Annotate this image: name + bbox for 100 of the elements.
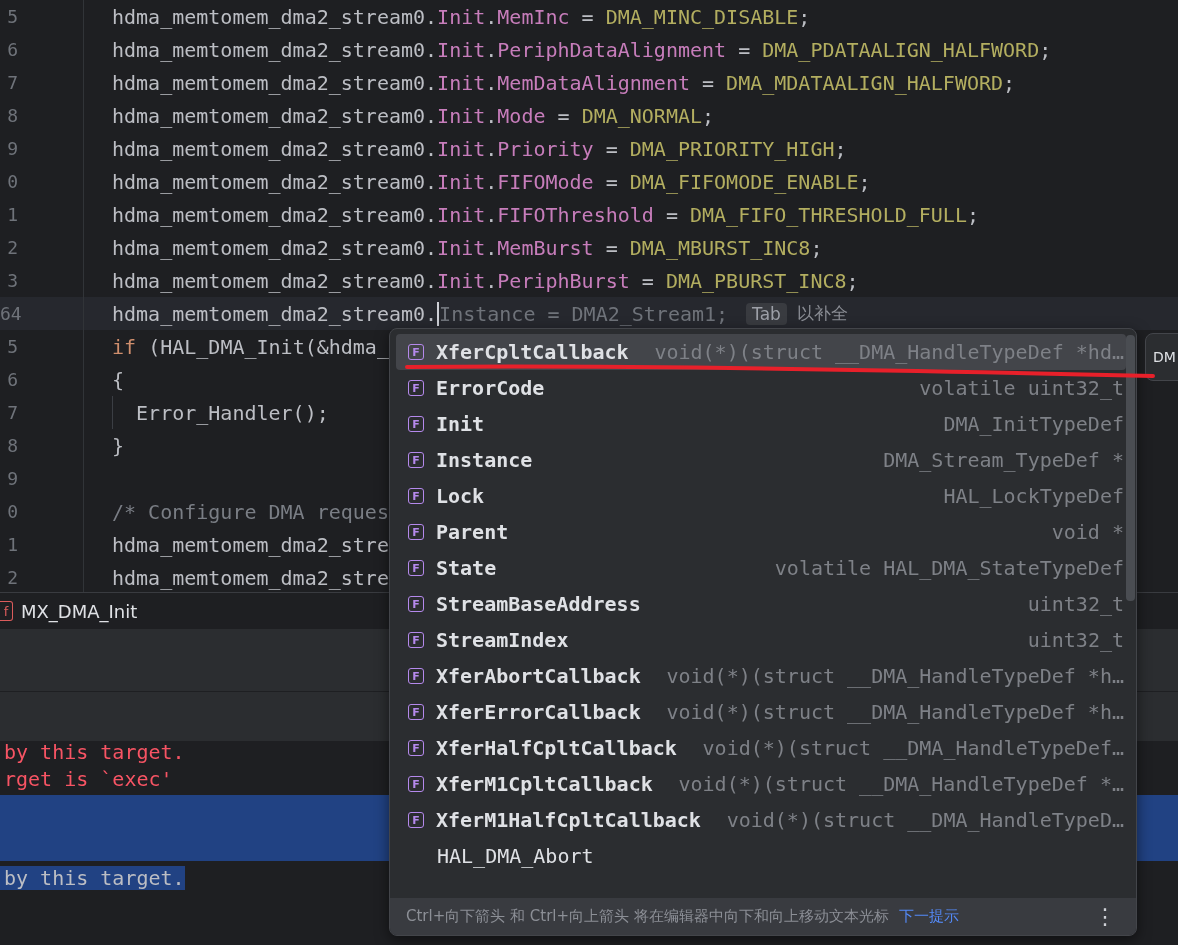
completion-item[interactable]: F Instance DMA_Stream_TypeDef * (396, 442, 1126, 478)
code-token: ; (834, 136, 847, 161)
code-token: ; (1003, 70, 1016, 95)
footer-hint: Ctrl+向下箭头 和 Ctrl+向上箭头 将在编辑器中向下和向上移动文本光标 (406, 907, 889, 926)
field-icon: F (408, 704, 424, 720)
line-number: 9 (6, 468, 18, 489)
completion-item[interactable]: F Lock HAL_LockTypeDef (396, 478, 1126, 514)
field-icon: F (408, 452, 424, 468)
code-token: FIFOThreshold (497, 202, 654, 227)
code-token: Init (437, 169, 486, 194)
line-number: 6 (6, 369, 18, 390)
code-token: (HAL_DMA_Init(&hdma_ (147, 334, 389, 359)
completion-item[interactable]: F XferAbortCallback void(*)(struct __DMA_HandleTypeDef *h… (396, 658, 1126, 694)
code-token: ; (702, 103, 715, 128)
code-token: Priority (497, 136, 594, 161)
code-token: ; (846, 268, 859, 293)
field-icon: F (408, 740, 424, 756)
code-token: = (556, 103, 571, 128)
code-token: PeriphDataAlignment (497, 37, 727, 62)
line-number: 5 (6, 6, 18, 27)
code-token: ; (810, 235, 823, 260)
field-icon: F (408, 560, 424, 576)
code-token: hdma_memtomem_dma2_stream0. (112, 70, 438, 95)
console-text: rget is `exec' (3, 766, 173, 791)
code-token: ; (966, 202, 979, 227)
code-token: . (485, 4, 498, 29)
code-token: . (485, 37, 498, 62)
code-token: MemDataAlignment (497, 70, 690, 95)
code-token: . (485, 202, 498, 227)
completion-item[interactable]: F StreamBaseAddress uint32_t (396, 586, 1126, 622)
code-token: FIFOMode (497, 169, 594, 194)
code-token: = (604, 169, 619, 194)
completion-item[interactable]: F ErrorCode volatile uint32_t (396, 370, 1126, 406)
code-token: hdma_memtomem_dma2_stream0. (112, 37, 438, 62)
code-token: PeriphBurst (497, 268, 630, 293)
code-token: . (485, 169, 498, 194)
code-token: Init (437, 202, 486, 227)
field-icon: F (408, 344, 424, 360)
field-icon: F (408, 488, 424, 504)
line-number: 7 (6, 72, 18, 93)
field-icon: F (408, 812, 424, 828)
code-token: } (112, 433, 125, 458)
completion-item[interactable]: F XferErrorCallback void(*)(struct __DMA_HandleTypeDef *h… (396, 694, 1126, 730)
line-number: 2 (6, 567, 18, 588)
code-token: hdma_memtomem_dma2_stre (112, 532, 389, 557)
line-number: 1 (6, 204, 18, 225)
code-token: ; (1039, 37, 1052, 62)
hint-text: 以补全 (796, 302, 848, 325)
field-icon: F (408, 776, 424, 792)
code-token: Init (437, 103, 486, 128)
line-number: 8 (6, 435, 18, 456)
code-token: Init (437, 70, 486, 95)
code-token: = (580, 4, 595, 29)
scrollbar-thumb[interactable] (1126, 335, 1135, 601)
code-token: DMA_PRIORITY_HIGH (629, 136, 835, 161)
field-icon: F (408, 668, 424, 684)
code-token: . (485, 268, 498, 293)
code-token: = (701, 70, 716, 95)
code-token: hdma_memtomem_dma2_stream0. (112, 4, 438, 29)
completion-item[interactable]: F XferHalfCpltCallback void(*)(struct __DMA_HandleTypeDef… (396, 730, 1126, 766)
code-token: = (640, 268, 655, 293)
code-token: DMA_MDATAALIGN_HALFWORD (726, 70, 1004, 95)
code-token: if (112, 334, 137, 359)
line-number: 6 (6, 39, 18, 60)
completion-item[interactable]: F XferCpltCallback void(*)(struct __DMA_HandleTypeDef *hd… (396, 334, 1126, 370)
breadcrumb-item[interactable]: MX_DMA_Init (21, 600, 138, 622)
code-token: DMA_MBURST_INC8 (629, 235, 811, 260)
completion-item[interactable]: F Init DMA_InitTypeDef (396, 406, 1126, 442)
code-token: = (604, 235, 619, 260)
code-token: hdma_memtomem_dma2_stream0. (112, 301, 438, 326)
code-token: . (485, 235, 498, 260)
completion-item[interactable]: F State volatile HAL_DMA_StateTypeDef (396, 550, 1126, 586)
field-icon: F (408, 596, 424, 612)
code-token: DMA_MINC_DISABLE (605, 4, 799, 29)
line-number: 0 (6, 171, 18, 192)
code-token: Init (437, 136, 486, 161)
completion-item[interactable]: F Parent void * (396, 514, 1126, 550)
code-token: Init (437, 235, 486, 260)
code-token: hdma_memtomem_dma2_stre (112, 565, 389, 590)
code-token: hdma_memtomem_dma2_stream0. (112, 136, 438, 161)
code-token: hdma_memtomem_dma2_stream0. (112, 169, 438, 194)
line-number: 7 (6, 402, 18, 423)
console-text: by this target. (0, 865, 185, 890)
code-token: = (737, 37, 752, 62)
line-number: 3 (6, 270, 18, 291)
completion-preview: Instance = DMA2_Stream1; (439, 301, 729, 326)
completion-item[interactable]: F XferM1HalfCpltCallback void(*)(struct __DMA_HandleTypeD… (396, 802, 1126, 838)
code-token: MemInc (497, 4, 570, 29)
code-token: { (112, 367, 125, 392)
completion-item[interactable]: F XferM1CpltCallback void(*)(struct __DMA_HandleTypeDef *… (396, 766, 1126, 802)
code-token: /* Configure DMA reques (112, 499, 389, 524)
code-token: Mode (497, 103, 546, 128)
code-token: Init (437, 268, 486, 293)
line-number: 2 (6, 237, 18, 258)
more-button[interactable]: ⋮ (1090, 904, 1120, 929)
function-icon: f (0, 601, 13, 621)
key-hint: Tab (746, 302, 787, 325)
completion-item[interactable]: F StreamIndex uint32_t (396, 622, 1126, 658)
code-token: . (485, 136, 498, 161)
completion-item[interactable]: HAL_DMA_Abort (396, 838, 1126, 874)
